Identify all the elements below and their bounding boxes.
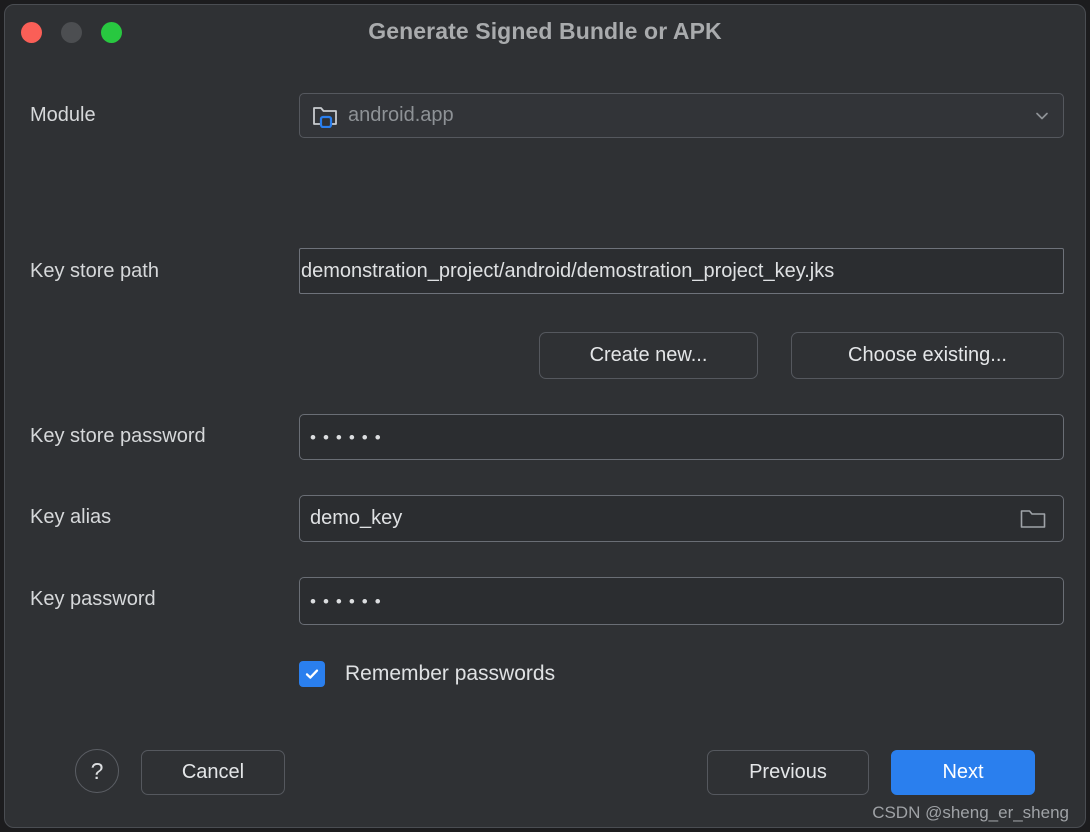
create-new-button[interactable]: Create new... xyxy=(539,332,758,379)
choose-existing-button[interactable]: Choose existing... xyxy=(791,332,1064,379)
key-alias-label: Key alias xyxy=(30,506,112,528)
key-store-path-label: Key store path xyxy=(30,260,159,282)
cancel-button[interactable]: Cancel xyxy=(141,750,285,795)
remember-passwords-label: Remember passwords xyxy=(345,662,556,685)
key-password-input[interactable]: •••••• xyxy=(299,577,1064,625)
key-store-password-value: •••••• xyxy=(310,428,388,447)
module-value: android.app xyxy=(348,104,454,126)
folder-icon[interactable] xyxy=(1020,508,1046,529)
generate-signed-bundle-dialog: Generate Signed Bundle or APK Module and… xyxy=(4,4,1086,828)
key-store-path-input[interactable]: demonstration_project/android/demostrati… xyxy=(299,248,1064,294)
module-dropdown[interactable]: android.app xyxy=(299,93,1064,138)
folder-module-icon xyxy=(312,104,338,128)
title-bar: Generate Signed Bundle or APK xyxy=(5,5,1085,59)
remember-passwords-row[interactable]: Remember passwords xyxy=(299,661,555,687)
remember-passwords-checkbox[interactable] xyxy=(299,661,325,687)
key-store-password-input[interactable]: •••••• xyxy=(299,414,1064,460)
key-alias-input[interactable]: demo_key xyxy=(299,495,1064,542)
key-store-password-label: Key store password xyxy=(30,425,206,447)
watermark: CSDN @sheng_er_sheng xyxy=(872,803,1069,822)
checkmark-icon xyxy=(305,669,319,679)
module-label: Module xyxy=(30,104,96,126)
key-alias-value: demo_key xyxy=(310,507,403,529)
chevron-down-icon[interactable] xyxy=(1035,109,1049,123)
dialog-title: Generate Signed Bundle or APK xyxy=(368,18,722,44)
previous-button[interactable]: Previous xyxy=(707,750,869,795)
key-password-value: •••••• xyxy=(310,592,388,611)
key-password-label: Key password xyxy=(30,588,156,610)
help-button[interactable]: ? xyxy=(75,749,119,793)
next-button[interactable]: Next xyxy=(891,750,1035,795)
key-store-path-value: demonstration_project/android/demostrati… xyxy=(301,259,835,282)
